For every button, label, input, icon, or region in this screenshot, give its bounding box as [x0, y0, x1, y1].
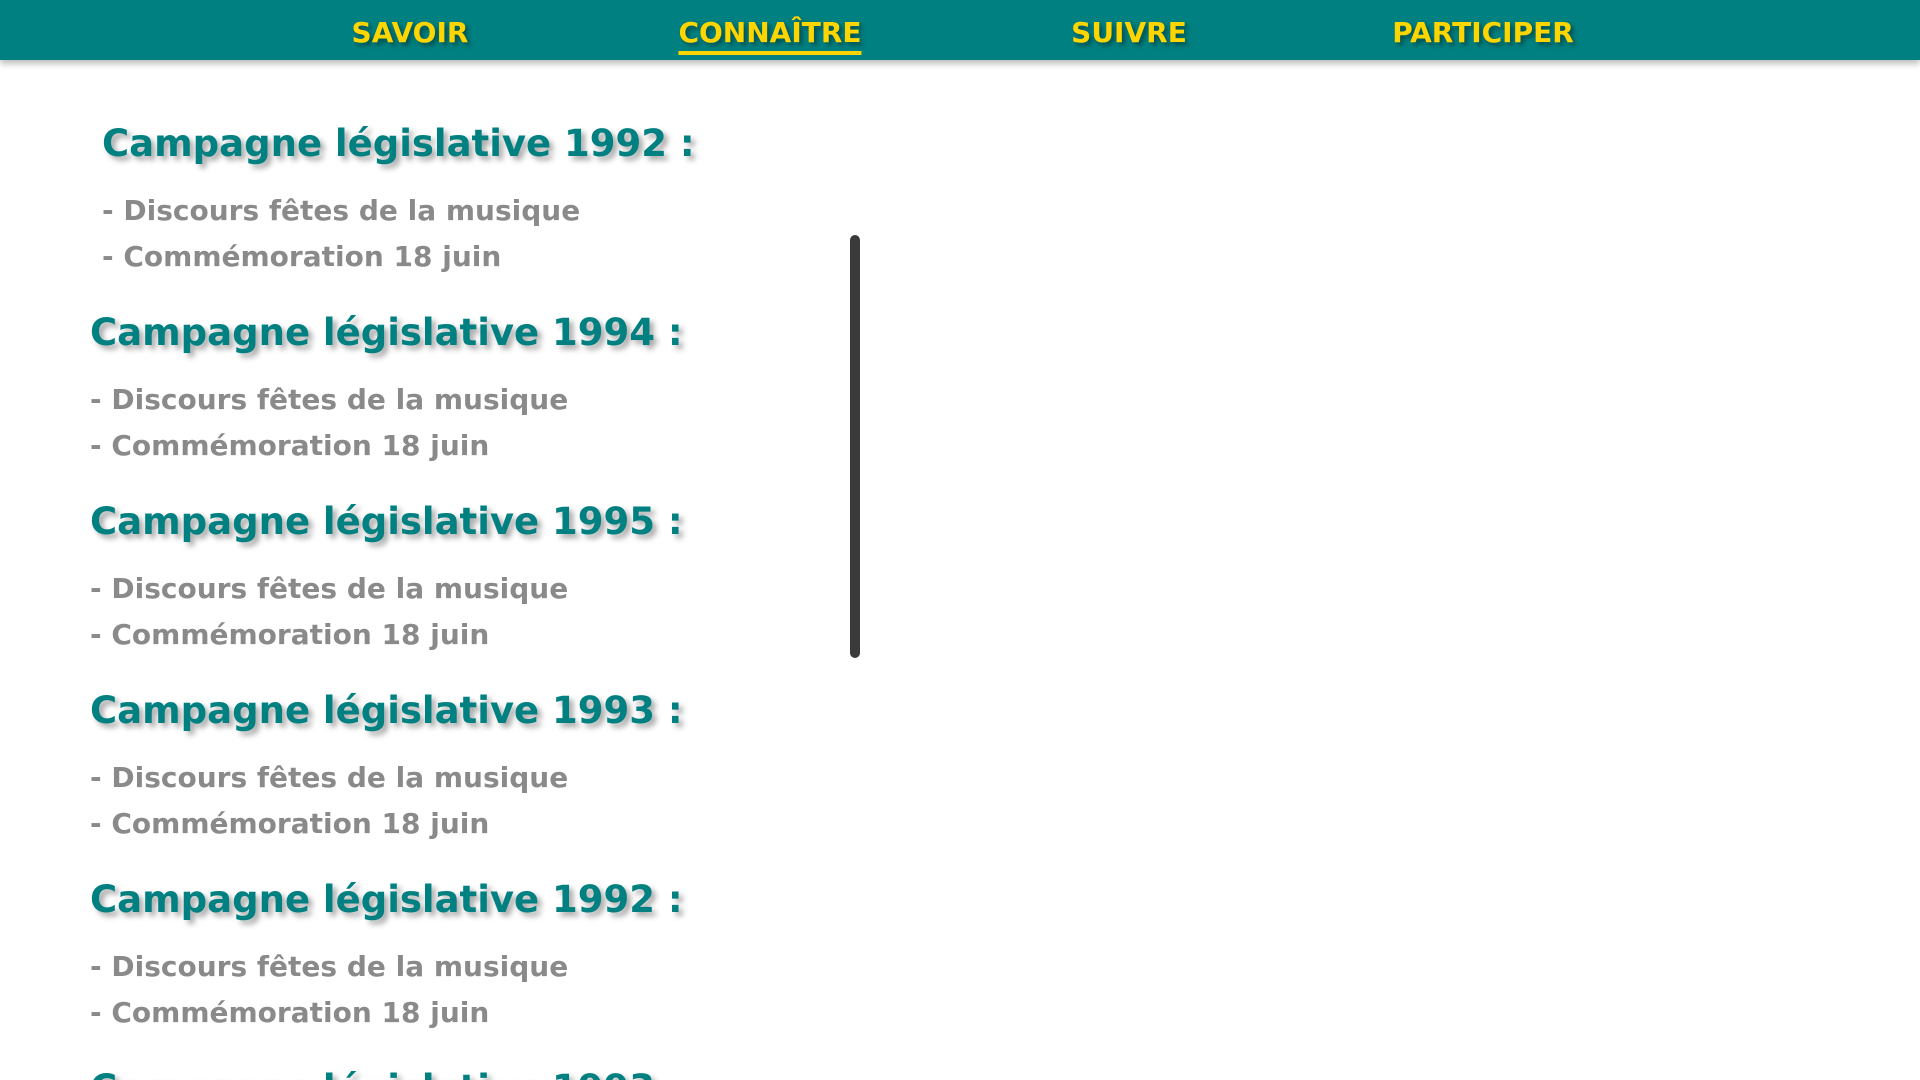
nav-label: PARTICIPER [1392, 16, 1574, 49]
section-item-link[interactable]: - Discours fêtes de la musique [90, 566, 683, 612]
nav-label: SUIVRE [1071, 16, 1187, 49]
section-item-link[interactable]: - Discours fêtes de la musique [90, 944, 683, 990]
section-title: Campagne législative 1995 : [90, 500, 683, 543]
campaign-section: Campagne législative 1992 : - Discours f… [90, 878, 683, 1036]
section-item-link[interactable]: - Discours fêtes de la musique [90, 755, 683, 801]
campaign-section: Campagne législative 1995 : - Discours f… [90, 500, 683, 658]
campaign-list: Campagne législative 1992 : - Discours f… [0, 60, 1920, 1080]
section-item-link[interactable]: - Commémoration 18 juin [102, 234, 695, 280]
section-item-link[interactable]: - Commémoration 18 juin [90, 801, 683, 847]
nav-item-savoir[interactable]: SAVOIR [352, 0, 469, 60]
section-title: Campagne législative 1992 : [90, 878, 683, 921]
nav-item-participer[interactable]: PARTICIPER [1392, 0, 1574, 60]
campaign-section: Campagne législative 1993 : [90, 1067, 683, 1080]
section-item-link[interactable]: - Discours fêtes de la musique [102, 188, 695, 234]
campaign-section: Campagne législative 1992 : - Discours f… [102, 122, 695, 280]
section-title: Campagne législative 1994 : [90, 311, 683, 354]
section-item-link[interactable]: - Commémoration 18 juin [90, 423, 683, 469]
nav-item-connaitre[interactable]: CONNAÎTRE [678, 0, 862, 60]
section-item-link[interactable]: - Commémoration 18 juin [90, 990, 683, 1036]
nav-label: CONNAÎTRE [678, 16, 862, 55]
nav-item-suivre[interactable]: SUIVRE [1071, 0, 1187, 60]
section-item-link[interactable]: - Discours fêtes de la musique [90, 377, 683, 423]
top-navigation: SAVOIR CONNAÎTRE SUIVRE PARTICIPER [0, 0, 1920, 60]
campaign-section: Campagne législative 1993 : - Discours f… [90, 689, 683, 847]
nav-label: SAVOIR [351, 16, 469, 49]
section-title: Campagne législative 1992 : [102, 122, 695, 165]
scrollbar-thumb[interactable] [850, 235, 860, 658]
section-title: Campagne législative 1993 : [90, 689, 683, 732]
campaign-section: Campagne législative 1994 : - Discours f… [90, 311, 683, 469]
section-title: Campagne législative 1993 : [90, 1067, 683, 1080]
section-item-link[interactable]: - Commémoration 18 juin [90, 612, 683, 658]
